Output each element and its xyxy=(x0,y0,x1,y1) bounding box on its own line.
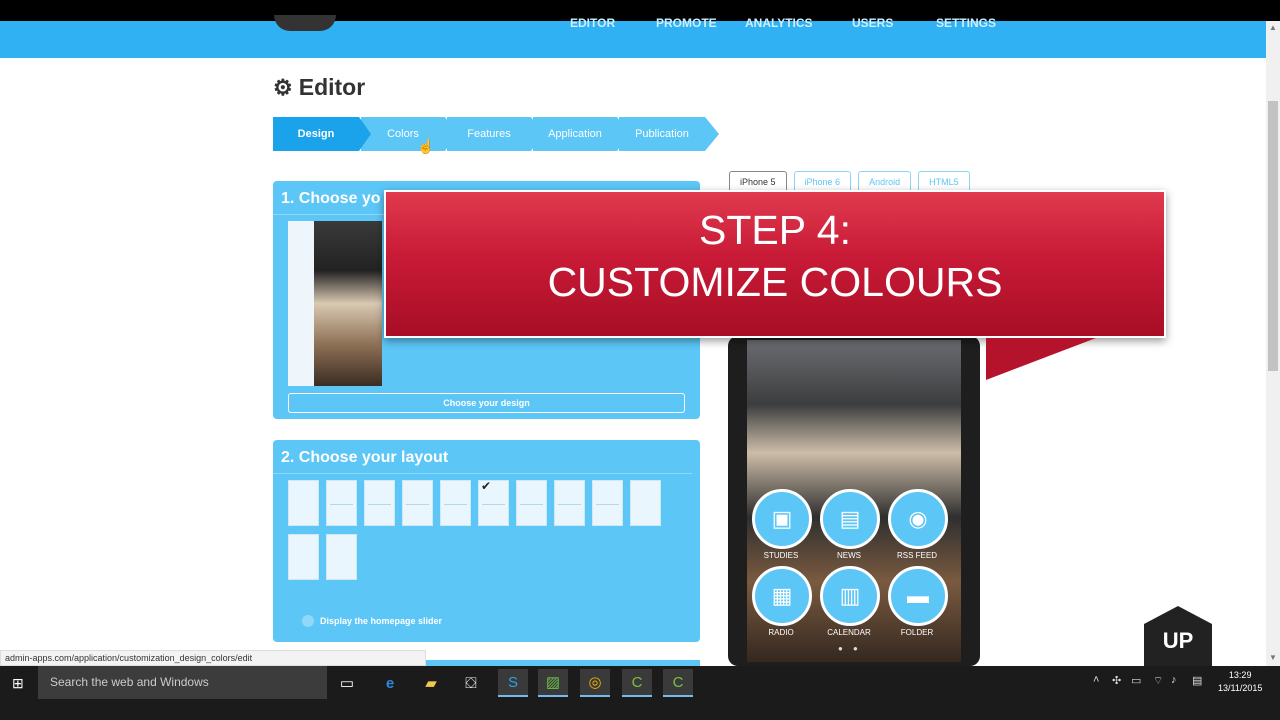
thumbnail-sidebar xyxy=(288,221,314,386)
task-view-icon[interactable]: ▭ xyxy=(332,669,362,697)
design-thumbnail[interactable] xyxy=(288,221,382,386)
wizard-step-application[interactable]: Application xyxy=(533,117,629,151)
rss-icon[interactable]: ◉ xyxy=(888,489,948,549)
choose-design-button[interactable]: Choose your design xyxy=(288,393,685,413)
app-header: EDITOR PROMOTE ANALYTICS USERS SETTINGS xyxy=(0,15,1266,58)
layout-option[interactable] xyxy=(592,480,623,526)
tray-chevron-icon[interactable]: ˄ xyxy=(1093,674,1099,686)
homepage-slider-toggle[interactable]: Display the homepage slider xyxy=(302,615,442,627)
layout-option[interactable] xyxy=(440,480,471,526)
scroll-down-arrow-icon[interactable]: ▼ xyxy=(1269,653,1277,662)
layout-panel-title: 2. Choose your layout xyxy=(273,440,692,474)
layout-option[interactable] xyxy=(326,534,357,580)
layout-option[interactable] xyxy=(326,480,357,526)
camtasia-icon[interactable]: C xyxy=(622,669,652,697)
tray-notifications-icon[interactable]: ▤ xyxy=(1192,674,1202,687)
scroll-up-arrow-icon[interactable]: ▲ xyxy=(1269,23,1277,32)
skype-icon[interactable]: S xyxy=(498,669,528,697)
wizard-step-design[interactable]: Design xyxy=(273,117,371,151)
gears-icon: ⚙ xyxy=(273,74,293,100)
wizard-step-publication[interactable]: Publication xyxy=(619,117,719,151)
step-banner: STEP 4: CUSTOMIZE COLOURS xyxy=(384,190,1166,380)
toggle-checkbox-icon xyxy=(302,615,314,627)
page-scrollbar[interactable]: ▲ ▼ xyxy=(1266,21,1280,666)
wizard-steps: Design Colors Features Application Publi… xyxy=(273,117,719,151)
app-label-rss: RSS FEED xyxy=(896,551,937,560)
edge-icon[interactable]: e xyxy=(375,669,405,697)
browser-top-strip xyxy=(0,0,1280,21)
windows-taskbar: ⊞ Search the web and Windows ▭ e ▰ ⛋ S ▨… xyxy=(0,666,1280,720)
tray-battery-icon[interactable]: ▭ xyxy=(1131,674,1141,687)
scrollbar-thumb[interactable] xyxy=(1268,101,1278,371)
chrome-icon[interactable]: ◎ xyxy=(580,669,610,697)
wizard-step-features[interactable]: Features xyxy=(447,117,543,151)
layout-option[interactable] xyxy=(364,480,395,526)
banner-tail xyxy=(986,338,1096,380)
windows-start-icon[interactable]: ⊞ xyxy=(12,675,24,692)
clock-time: 13:29 xyxy=(1228,670,1252,680)
page-title-text: Editor xyxy=(298,74,366,100)
layout-option-selected[interactable]: ✔ xyxy=(478,479,509,526)
homepage-slider-label: Display the homepage slider xyxy=(320,616,443,626)
layout-option[interactable] xyxy=(516,480,547,526)
layout-panel: 2. Choose your layout ✔ Display the home… xyxy=(273,440,700,642)
thumbnail-photo xyxy=(314,221,382,386)
tray-volume-icon[interactable]: ♪ xyxy=(1171,674,1177,686)
nav-editor[interactable]: EDITOR xyxy=(570,16,615,30)
banner-line2: CUSTOMIZE COLOURS xyxy=(547,259,1003,305)
newspaper-icon[interactable]: ▤ xyxy=(820,489,880,549)
status-url: admin-apps.com/application/customization… xyxy=(0,650,426,666)
nav-users[interactable]: USERS xyxy=(852,16,893,30)
radio-icon[interactable]: ▦ xyxy=(752,566,812,626)
checkmark-icon: ✔ xyxy=(481,479,492,493)
logo-avatar xyxy=(274,15,336,31)
tray-dropbox-icon[interactable]: ✣ xyxy=(1112,674,1121,687)
layout-option[interactable] xyxy=(288,480,319,526)
tray-network-icon[interactable]: ⌔ xyxy=(1153,674,1163,688)
camtasia-recorder-icon[interactable]: C xyxy=(663,669,693,697)
spreadsheet-app-icon[interactable]: ▨ xyxy=(538,669,568,697)
store-icon[interactable]: ⛋ xyxy=(456,669,486,697)
layout-option[interactable] xyxy=(402,480,433,526)
layout-option[interactable] xyxy=(288,534,319,580)
book-icon[interactable]: ▣ xyxy=(752,489,812,549)
layout-option[interactable] xyxy=(630,480,661,526)
banner-line1: STEP 4: xyxy=(699,207,851,253)
page-title: ⚙ Editor xyxy=(273,74,365,101)
taskbar-search[interactable]: Search the web and Windows xyxy=(38,666,327,699)
scroll-up-button[interactable]: UP xyxy=(1144,606,1212,666)
nav-analytics[interactable]: ANALYTICS xyxy=(745,16,813,30)
clock-date: 13/11/2015 xyxy=(1218,683,1263,693)
layout-option[interactable] xyxy=(554,480,585,526)
taskbar-clock[interactable]: 13:29 13/11/2015 xyxy=(1218,669,1262,695)
hand-cursor-icon: ☝ xyxy=(417,138,435,154)
nav-settings[interactable]: SETTINGS xyxy=(936,16,996,30)
nav-promote[interactable]: PROMOTE xyxy=(656,16,717,30)
calendar-icon[interactable]: ▥ xyxy=(820,566,880,626)
slider-dots: ● ● xyxy=(838,644,862,653)
folder-icon[interactable]: ▬ xyxy=(888,566,948,626)
file-explorer-icon[interactable]: ▰ xyxy=(416,669,446,697)
app-label-folder: FOLDER xyxy=(900,628,934,637)
